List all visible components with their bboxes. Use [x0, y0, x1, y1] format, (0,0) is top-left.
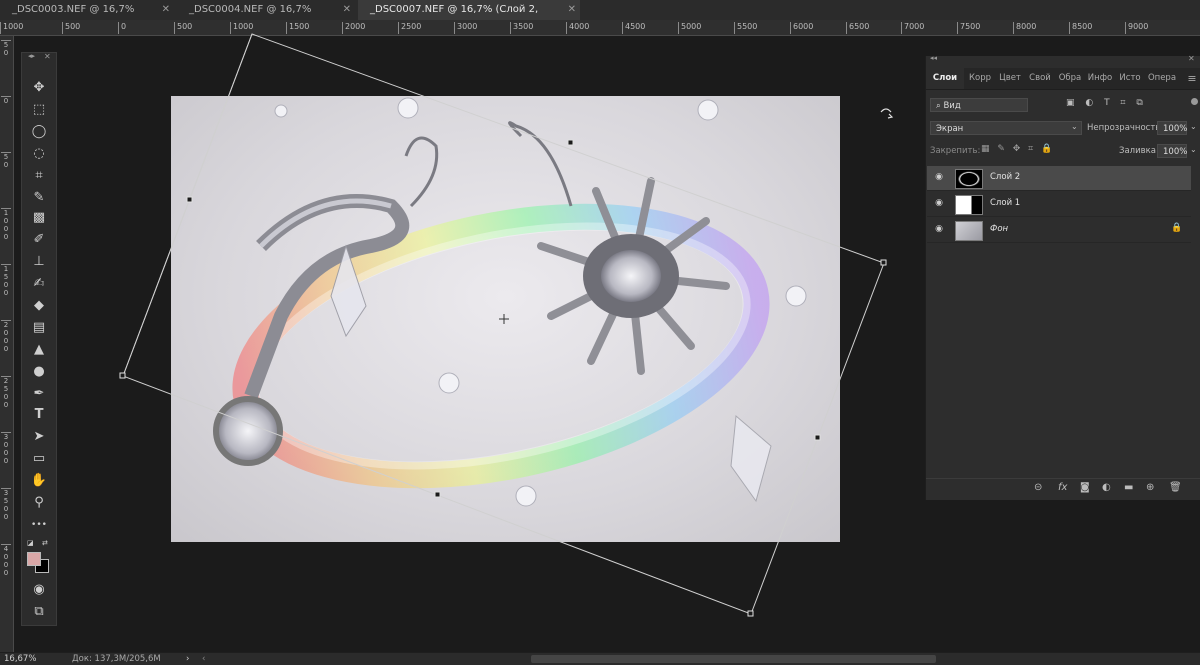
panel-menu-icon[interactable]: ≡: [1185, 68, 1199, 89]
zoom-tool-icon[interactable]: ⚲: [28, 494, 50, 512]
transform-handle: [747, 610, 754, 617]
add-mask-icon[interactable]: ◙: [1080, 482, 1090, 493]
opacity-label: Непрозрачность:: [1087, 123, 1164, 133]
move-tool-icon[interactable]: ✥: [28, 79, 50, 97]
transform-handle: [119, 372, 126, 379]
path-selection-tool-icon[interactable]: ➤: [28, 428, 50, 446]
eye-icon[interactable]: ◉: [933, 223, 945, 235]
tab-swatches[interactable]: Обра: [1056, 68, 1084, 89]
opacity-slider-chevron-icon[interactable]: ⌄: [1190, 122, 1197, 131]
free-transform-box[interactable]: [0, 0, 925, 652]
horizontal-ruler-right[interactable]: 7000 7500 8000 8500 9000: [901, 20, 1200, 36]
default-colors-icon[interactable]: ◪: [27, 539, 34, 547]
tab-info[interactable]: Инфо: [1086, 68, 1114, 89]
opacity-input[interactable]: 100%: [1157, 121, 1187, 135]
layers-panel-group: ◂◂ ✕ Слои Корр Цвет Свой Обра Инфо Исто …: [925, 54, 1200, 500]
ruler-tick-label: 8500: [1069, 22, 1092, 34]
panel-tabs: Слои Корр Цвет Свой Обра Инфо Исто Опера…: [926, 68, 1200, 90]
rotate-cursor-icon: [880, 108, 894, 119]
brush-tool-icon[interactable]: ✐: [28, 231, 50, 249]
new-group-icon[interactable]: ▬: [1124, 482, 1133, 493]
gradient-tool-icon[interactable]: ▤: [28, 319, 50, 337]
tab-layers[interactable]: Слои: [926, 68, 964, 89]
tools-panel: ◂▸ ✕ ✥ ⬚ ◯ ◌ ⌗ ✎ ▩ ✐ ⊥ ✍ ◆ ▤ ▲ ● ✒ T ➤ ▭…: [21, 52, 57, 626]
eyedropper-tool-icon[interactable]: ✎: [28, 189, 50, 207]
zoom-level[interactable]: 16,67%: [4, 654, 36, 664]
layer-name[interactable]: Слой 2: [990, 172, 1020, 182]
lock-icon: 🔒: [1171, 223, 1183, 233]
toolbar-close-icon[interactable]: ✕: [44, 52, 51, 61]
layer-name[interactable]: Слой 1: [990, 198, 1020, 208]
layer-thumbnail: [955, 195, 983, 215]
ruler-tick-label: 8000: [1013, 22, 1036, 34]
quick-selection-tool-icon[interactable]: ◌: [28, 145, 50, 163]
transform-handle: [880, 259, 887, 266]
tab-color[interactable]: Цвет: [996, 68, 1024, 89]
eye-icon[interactable]: ◉: [933, 197, 945, 209]
blur-tool-icon[interactable]: ▲: [28, 341, 50, 359]
tab-actions[interactable]: Опера: [1146, 68, 1178, 89]
panel-close-icon[interactable]: ✕: [1188, 54, 1195, 63]
ruler-tick-label: 7500: [957, 22, 980, 34]
transform-handle: [434, 491, 441, 498]
tab-properties[interactable]: Свой: [1026, 68, 1054, 89]
more-tools-icon[interactable]: •••: [28, 516, 50, 534]
toolbar-collapse-icon[interactable]: ◂▸: [28, 52, 35, 60]
layer-row-sloy-1[interactable]: ◉ Слой 1: [927, 192, 1191, 217]
eye-icon[interactable]: ◉: [933, 171, 945, 183]
pen-tool-icon[interactable]: ✒: [28, 385, 50, 403]
rectangle-tool-icon[interactable]: ▭: [28, 450, 50, 468]
layer-thumbnail: [955, 221, 983, 241]
lock-label: Закрепить:: [930, 146, 981, 156]
trash-icon[interactable]: 🗑: [1169, 482, 1182, 493]
quick-mask-icon[interactable]: ◉: [28, 581, 50, 599]
scroll-left-icon[interactable]: ‹: [202, 654, 205, 664]
layer-filter-icons[interactable]: ▣ ◐ T ⌗ ⧉: [1066, 98, 1143, 108]
adjustment-layer-icon[interactable]: ◐: [1102, 482, 1111, 493]
panel-divider: [926, 478, 1200, 479]
lock-icons[interactable]: ▦ ✎ ✥ ⌗ 🔒: [981, 144, 1052, 154]
panel-collapse-icon[interactable]: ◂◂: [930, 54, 937, 62]
layer-row-sloy-2[interactable]: ◉ Слой 2: [927, 166, 1191, 191]
eraser-tool-icon[interactable]: ◆: [28, 297, 50, 315]
transform-center-point: [499, 314, 509, 324]
hand-tool-icon[interactable]: ✋: [28, 472, 50, 490]
transform-handle: [186, 196, 193, 203]
marquee-tool-icon[interactable]: ⬚: [28, 101, 50, 119]
ruler-tick-label: 9000: [1125, 22, 1148, 34]
tab-history[interactable]: Исто: [1116, 68, 1144, 89]
document-size: Док: 137,3M/205,6M: [72, 654, 161, 664]
chevron-down-icon: ⌄: [1071, 122, 1078, 131]
crop-tool-icon[interactable]: ⌗: [28, 167, 50, 185]
type-tool-icon[interactable]: T: [28, 406, 50, 424]
tab-adjustments[interactable]: Корр: [966, 68, 994, 89]
link-layers-icon[interactable]: ⊝: [1034, 482, 1042, 493]
layer-style-fx-icon[interactable]: fx: [1058, 482, 1067, 493]
fill-label: Заливка:: [1119, 146, 1159, 156]
transform-handle: [567, 139, 574, 146]
transform-handle: [814, 434, 821, 441]
filter-toggle-icon[interactable]: [1191, 98, 1198, 105]
layer-row-fon[interactable]: ◉ Фон 🔒: [927, 218, 1191, 243]
blend-mode-select[interactable]: Экран: [930, 121, 1082, 135]
dodge-tool-icon[interactable]: ●: [28, 363, 50, 381]
layer-filter-dropdown[interactable]: ⌕ Вид: [930, 98, 1028, 112]
fill-input[interactable]: 100%: [1157, 144, 1187, 158]
screen-mode-icon[interactable]: ⧉: [28, 603, 50, 621]
lasso-tool-icon[interactable]: ◯: [28, 123, 50, 141]
foreground-color-swatch[interactable]: [27, 552, 41, 566]
fill-slider-chevron-icon[interactable]: ⌄: [1190, 145, 1197, 154]
layer-thumbnail: [955, 169, 983, 189]
clone-stamp-tool-icon[interactable]: ⊥: [28, 253, 50, 271]
status-menu-arrow-icon[interactable]: ›: [186, 654, 189, 664]
history-brush-tool-icon[interactable]: ✍: [28, 275, 50, 293]
swap-colors-icon[interactable]: ⇄: [42, 539, 48, 547]
layer-name[interactable]: Фон: [990, 224, 1008, 234]
status-bar: 16,67% Док: 137,3M/205,6M › ‹: [0, 652, 1200, 665]
new-layer-icon[interactable]: ⊕: [1146, 482, 1154, 493]
healing-brush-tool-icon[interactable]: ▩: [28, 209, 50, 227]
horizontal-scrollbar-thumb[interactable]: [531, 655, 936, 663]
